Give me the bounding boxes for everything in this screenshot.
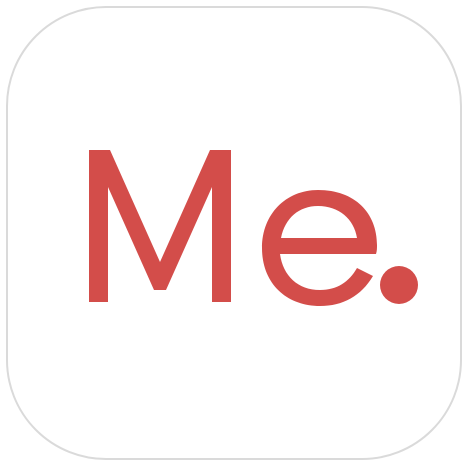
logo-dot [380, 266, 418, 304]
logo-letter-m [89, 150, 231, 302]
logo-letter-e [262, 190, 377, 306]
app-logo [89, 150, 418, 306]
